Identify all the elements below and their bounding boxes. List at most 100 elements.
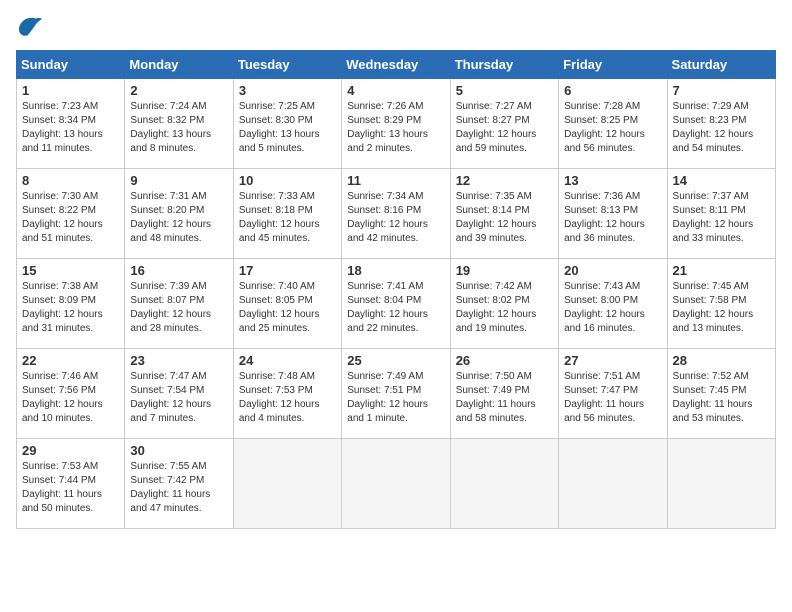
day-number: 5	[456, 83, 553, 98]
calendar-cell: 26Sunrise: 7:50 AMSunset: 7:49 PMDayligh…	[450, 349, 558, 439]
day-header-friday: Friday	[559, 51, 667, 79]
calendar-cell	[559, 439, 667, 529]
calendar-cell: 24Sunrise: 7:48 AMSunset: 7:53 PMDayligh…	[233, 349, 341, 439]
calendar-cell: 13 Sunrise: 7:36 AMSunset: 8:13 PMDayligh…	[559, 169, 667, 259]
day-header-saturday: Saturday	[667, 51, 775, 79]
day-info: Sunrise: 7:39 AMSunset: 8:07 PMDaylight:…	[130, 281, 211, 334]
day-number: 7	[673, 83, 770, 98]
day-info: Sunrise: 7:36 AMSunset: 8:13 PMDaylight:…	[564, 191, 645, 244]
day-info: Sunrise: 7:38 AMSunset: 8:09 PMDaylight:…	[22, 281, 103, 334]
day-info: Sunrise: 7:46 AMSunset: 7:56 PMDaylight:…	[22, 371, 103, 424]
day-info: Sunrise: 7:47 AMSunset: 7:54 PMDaylight:…	[130, 371, 211, 424]
calendar-cell: 7 Sunrise: 7:29 AMSunset: 8:23 PMDaylight…	[667, 79, 775, 169]
calendar-cell: 3 Sunrise: 7:25 AMSunset: 8:30 PMDaylight…	[233, 79, 341, 169]
week-row-2: 8 Sunrise: 7:30 AMSunset: 8:22 PMDaylight…	[17, 169, 776, 259]
calendar-cell: 28 Sunrise: 7:52 AMSunset: 7:45 PMDayligh…	[667, 349, 775, 439]
day-number: 9	[130, 173, 227, 188]
calendar-cell: 6 Sunrise: 7:28 AMSunset: 8:25 PMDaylight…	[559, 79, 667, 169]
day-number: 23	[130, 353, 227, 368]
day-info: Sunrise: 7:26 AMSunset: 8:29 PMDaylight:…	[347, 101, 428, 154]
day-number: 12	[456, 173, 553, 188]
day-number: 26	[456, 353, 553, 368]
day-number: 25	[347, 353, 444, 368]
calendar-cell	[450, 439, 558, 529]
day-info: Sunrise: 7:33 AMSunset: 8:18 PMDaylight:…	[239, 191, 320, 244]
calendar-cell: 4 Sunrise: 7:26 AMSunset: 8:29 PMDaylight…	[342, 79, 450, 169]
day-number: 11	[347, 173, 444, 188]
calendar-cell: 9 Sunrise: 7:31 AMSunset: 8:20 PMDaylight…	[125, 169, 233, 259]
calendar-cell: 18 Sunrise: 7:41 AMSunset: 8:04 PMDayligh…	[342, 259, 450, 349]
calendar-cell: 27Sunrise: 7:51 AMSunset: 7:47 PMDayligh…	[559, 349, 667, 439]
day-number: 10	[239, 173, 336, 188]
day-header-tuesday: Tuesday	[233, 51, 341, 79]
day-info: Sunrise: 7:28 AMSunset: 8:25 PMDaylight:…	[564, 101, 645, 154]
day-number: 24	[239, 353, 336, 368]
calendar-cell: 25Sunrise: 7:49 AMSunset: 7:51 PMDayligh…	[342, 349, 450, 439]
day-info: Sunrise: 7:25 AMSunset: 8:30 PMDaylight:…	[239, 101, 320, 154]
calendar-cell	[667, 439, 775, 529]
day-info: Sunrise: 7:53 AMSunset: 7:44 PMDaylight:…	[22, 461, 102, 514]
day-number: 30	[130, 443, 227, 458]
day-number: 22	[22, 353, 119, 368]
calendar-cell: 1 Sunrise: 7:23 AMSunset: 8:34 PMDaylight…	[17, 79, 125, 169]
day-number: 19	[456, 263, 553, 278]
calendar-cell: 11 Sunrise: 7:34 AMSunset: 8:16 PMDayligh…	[342, 169, 450, 259]
calendar-cell: 15 Sunrise: 7:38 AMSunset: 8:09 PMDayligh…	[17, 259, 125, 349]
day-info: Sunrise: 7:41 AMSunset: 8:04 PMDaylight:…	[347, 281, 428, 334]
day-number: 2	[130, 83, 227, 98]
calendar-cell	[233, 439, 341, 529]
day-info: Sunrise: 7:37 AMSunset: 8:11 PMDaylight:…	[673, 191, 754, 244]
week-row-4: 22 Sunrise: 7:46 AMSunset: 7:56 PMDayligh…	[17, 349, 776, 439]
calendar-cell: 19Sunrise: 7:42 AMSunset: 8:02 PMDayligh…	[450, 259, 558, 349]
day-header-thursday: Thursday	[450, 51, 558, 79]
calendar-cell	[342, 439, 450, 529]
calendar-cell: 22 Sunrise: 7:46 AMSunset: 7:56 PMDayligh…	[17, 349, 125, 439]
day-number: 4	[347, 83, 444, 98]
day-number: 15	[22, 263, 119, 278]
day-number: 28	[673, 353, 770, 368]
day-number: 21	[673, 263, 770, 278]
day-info: Sunrise: 7:35 AMSunset: 8:14 PMDaylight:…	[456, 191, 537, 244]
week-row-1: 1 Sunrise: 7:23 AMSunset: 8:34 PMDaylight…	[17, 79, 776, 169]
page-header	[16, 16, 776, 38]
day-info: Sunrise: 7:27 AMSunset: 8:27 PMDaylight:…	[456, 101, 537, 154]
calendar-cell: 10 Sunrise: 7:33 AMSunset: 8:18 PMDayligh…	[233, 169, 341, 259]
day-info: Sunrise: 7:23 AMSunset: 8:34 PMDaylight:…	[22, 101, 103, 154]
day-info: Sunrise: 7:43 AMSunset: 8:00 PMDaylight:…	[564, 281, 645, 334]
calendar-cell: 16 Sunrise: 7:39 AMSunset: 8:07 PMDayligh…	[125, 259, 233, 349]
day-info: Sunrise: 7:31 AMSunset: 8:20 PMDaylight:…	[130, 191, 211, 244]
calendar-cell: 12 Sunrise: 7:35 AMSunset: 8:14 PMDayligh…	[450, 169, 558, 259]
week-row-5: 29 Sunrise: 7:53 AMSunset: 7:44 PMDayligh…	[17, 439, 776, 529]
calendar-cell: 23 Sunrise: 7:47 AMSunset: 7:54 PMDayligh…	[125, 349, 233, 439]
calendar-table: SundayMondayTuesdayWednesdayThursdayFrid…	[16, 50, 776, 529]
day-info: Sunrise: 7:52 AMSunset: 7:45 PMDaylight:…	[673, 371, 753, 424]
day-info: Sunrise: 7:24 AMSunset: 8:32 PMDaylight:…	[130, 101, 211, 154]
calendar-cell: 29 Sunrise: 7:53 AMSunset: 7:44 PMDayligh…	[17, 439, 125, 529]
day-number: 8	[22, 173, 119, 188]
day-number: 29	[22, 443, 119, 458]
day-info: Sunrise: 7:55 AMSunset: 7:42 PMDaylight:…	[130, 461, 210, 514]
day-header-wednesday: Wednesday	[342, 51, 450, 79]
calendar-header-row: SundayMondayTuesdayWednesdayThursdayFrid…	[17, 51, 776, 79]
day-info: Sunrise: 7:45 AMSunset: 7:58 PMDaylight:…	[673, 281, 754, 334]
logo-icon	[16, 16, 44, 38]
calendar-body: 1 Sunrise: 7:23 AMSunset: 8:34 PMDaylight…	[17, 79, 776, 529]
day-number: 6	[564, 83, 661, 98]
day-number: 16	[130, 263, 227, 278]
calendar-cell: 8 Sunrise: 7:30 AMSunset: 8:22 PMDaylight…	[17, 169, 125, 259]
calendar-cell: 14Sunrise: 7:37 AMSunset: 8:11 PMDayligh…	[667, 169, 775, 259]
calendar-cell: 17 Sunrise: 7:40 AMSunset: 8:05 PMDayligh…	[233, 259, 341, 349]
day-info: Sunrise: 7:29 AMSunset: 8:23 PMDaylight:…	[673, 101, 754, 154]
calendar-cell: 5 Sunrise: 7:27 AMSunset: 8:27 PMDaylight…	[450, 79, 558, 169]
day-info: Sunrise: 7:40 AMSunset: 8:05 PMDaylight:…	[239, 281, 320, 334]
day-number: 17	[239, 263, 336, 278]
day-number: 18	[347, 263, 444, 278]
day-number: 1	[22, 83, 119, 98]
calendar-cell: 20Sunrise: 7:43 AMSunset: 8:00 PMDayligh…	[559, 259, 667, 349]
day-info: Sunrise: 7:34 AMSunset: 8:16 PMDaylight:…	[347, 191, 428, 244]
logo	[16, 16, 48, 38]
day-info: Sunrise: 7:30 AMSunset: 8:22 PMDaylight:…	[22, 191, 103, 244]
day-number: 27	[564, 353, 661, 368]
day-number: 13	[564, 173, 661, 188]
day-number: 3	[239, 83, 336, 98]
